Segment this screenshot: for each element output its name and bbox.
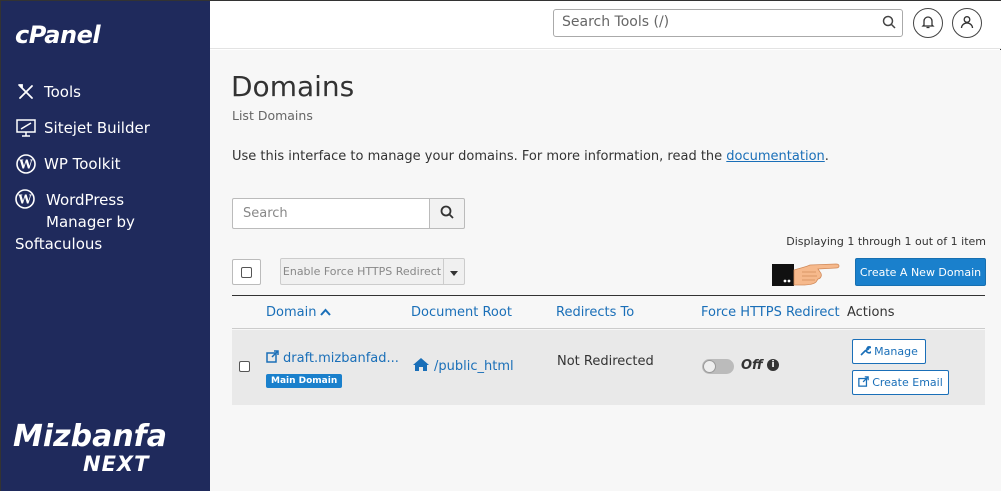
page-subtitle: List Domains [232,108,313,123]
wordpress-icon: W [15,189,37,211]
sidebar-item-label: WP Toolkit [44,155,121,173]
search-placeholder: Search Tools (/) [562,14,670,30]
page-title: Domains [231,70,355,103]
document-root-link[interactable]: /public_html [412,357,514,376]
user-icon [960,14,974,33]
wordpress-icon: W [15,153,37,175]
table-header: Domain Document Root Redirects To Force … [232,295,985,329]
domain-link[interactable]: draft.mizbanfad... [266,350,399,367]
select-all-checkbox[interactable] [232,259,261,285]
external-link-icon [266,350,279,367]
brand-name: Mizbanfa [13,419,167,454]
sidebar-item-label: Sitejet Builder [44,119,150,137]
sidebar-item-label: Softaculous [15,235,103,253]
brand-logo: Mizbanfa NEXT [13,419,167,476]
intro-period: . [824,149,829,164]
domain-name: draft.mizbanfad... [283,351,399,366]
home-icon [412,357,430,376]
wrench-icon [860,345,873,359]
https-dropdown-toggle[interactable] [443,258,465,285]
column-header-redirects[interactable]: Redirects To [556,305,634,320]
search-placeholder: Search [243,206,288,221]
https-state-label: Off [741,358,763,373]
caret-down-icon [450,262,458,281]
sidebar-item-wp-toolkit[interactable]: W WP Toolkit [15,153,121,175]
sidebar: cPanel Tools Sitejet Builder W WP Toolki… [1,1,210,491]
sidebar-item-wordpress-manager[interactable]: W WordPress Manager by Softaculous [15,189,195,255]
column-header-docroot[interactable]: Document Root [411,305,512,320]
https-redirect-toggle[interactable] [702,359,734,374]
toggle-knob [703,360,716,373]
manage-label: Manage [874,345,918,358]
bell-icon [921,14,935,33]
pagination-summary: Displaying 1 through 1 out of 1 item [786,235,986,248]
topbar: Search Tools (/) [210,1,1001,49]
main-domain-badge: Main Domain [266,374,343,388]
sitejet-icon [15,117,37,139]
checkbox-box [241,266,252,278]
sidebar-item-label: Tools [44,83,81,101]
sort-ascending-icon [320,305,332,320]
notifications-button[interactable] [913,8,943,38]
svg-text:W: W [18,158,33,172]
info-icon[interactable]: i [767,359,779,371]
cpanel-logo[interactable]: cPanel [15,21,101,49]
brand-subname: NEXT [83,452,150,476]
enable-https-redirect-button[interactable]: Enable Force HTTPS Redirect [280,258,444,285]
docroot-path: /public_html [434,359,514,374]
column-header-actions: Actions [847,305,895,320]
intro-text: Use this interface to manage your domain… [232,149,829,164]
table-row: draft.mizbanfad... Main Domain /public_h… [232,330,985,405]
search-icon [882,15,896,33]
tools-icon [15,81,37,103]
svg-text:W: W [17,193,32,207]
sidebar-item-sitejet[interactable]: Sitejet Builder [15,117,150,139]
domain-search-input[interactable]: Search [232,198,430,229]
pointing-hand-icon [772,260,842,290]
intro-sentence: Use this interface to manage your domain… [232,149,727,164]
external-link-icon [858,375,869,390]
search-icon [440,204,454,223]
sidebar-item-tools[interactable]: Tools [15,81,81,103]
sidebar-item-label: WordPress [46,191,125,209]
search-button[interactable] [429,198,465,229]
create-email-label: Create Email [872,376,943,389]
column-header-domain[interactable]: Domain [266,305,332,320]
create-email-button[interactable]: Create Email [852,370,949,395]
row-checkbox[interactable] [239,361,250,372]
user-menu-button[interactable] [952,8,982,38]
sidebar-item-label: Manager by [46,213,135,231]
main-content: Domains List Domains Use this interface … [210,50,1001,491]
redirects-value: Not Redirected [557,354,654,369]
create-new-domain-button[interactable]: Create A New Domain [855,258,986,286]
column-label: Domain [266,305,317,320]
search-tools-input[interactable]: Search Tools (/) [553,9,903,37]
column-header-https[interactable]: Force HTTPS Redirect [701,305,840,320]
manage-button[interactable]: Manage [852,339,926,364]
documentation-link[interactable]: documentation [726,149,824,164]
